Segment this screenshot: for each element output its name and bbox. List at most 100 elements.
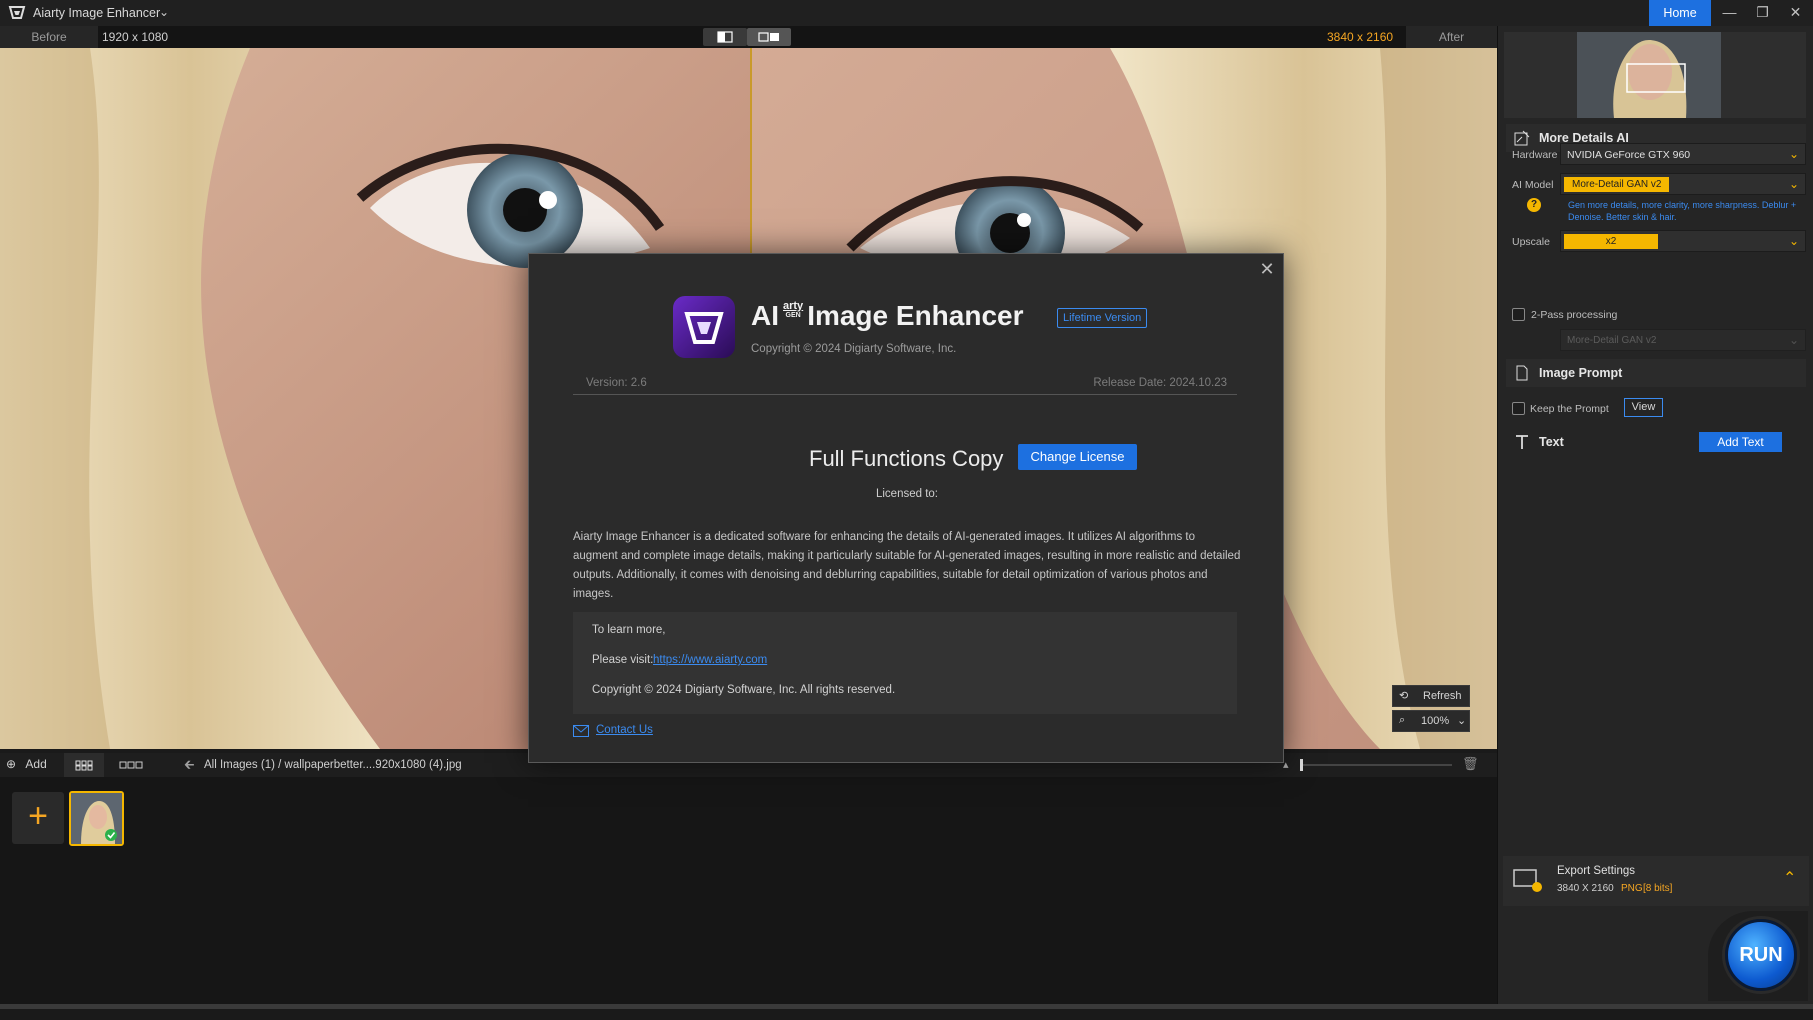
ai-model-label: AI Model <box>1512 179 1554 191</box>
hardware-dropdown[interactable]: NVIDIA GeForce GTX 960 ⌄ <box>1560 143 1806 165</box>
filmstrip-view-button[interactable] <box>108 753 156 777</box>
keep-prompt-label: Keep the Prompt <box>1530 403 1609 415</box>
text-title: Text <box>1539 435 1564 449</box>
two-pass-model-value: More-Detail GAN v2 <box>1567 335 1657 346</box>
enhance-icon <box>1514 130 1530 146</box>
learn-more-text: To learn more, <box>592 624 666 636</box>
back-arrow-icon[interactable]: 🡰 <box>184 756 195 778</box>
export-bit-depth: [8 bits] <box>1643 883 1673 894</box>
before-resolution: 1920 x 1080 <box>102 30 169 44</box>
thumbnail-area: + <box>0 777 1497 1004</box>
product-description: Aiarty Image Enhancer is a dedicated sof… <box>573 531 1241 600</box>
website-link[interactable]: https://www.aiarty.com <box>653 654 767 666</box>
restore-icon[interactable]: ❐ <box>1746 0 1779 26</box>
view-prompt-button[interactable]: View <box>1624 398 1663 417</box>
add-image-button[interactable]: + <box>12 792 64 844</box>
upscale-label: Upscale <box>1512 236 1550 248</box>
app-logo-icon <box>673 296 735 358</box>
image-thumbnail[interactable] <box>69 791 124 846</box>
thumb-size-slider[interactable] <box>1300 764 1452 766</box>
ai-model-description: Gen more details, more clarity, more sha… <box>1568 200 1797 222</box>
lifetime-badge: Lifetime Version <box>1057 308 1148 328</box>
add-label: Add <box>25 757 47 771</box>
app-logo-icon <box>8 6 26 19</box>
image-prompt-header: Image Prompt <box>1506 359 1806 387</box>
compare-bar: Before 1920 x 1080 3840 x 2160 After <box>0 26 1497 48</box>
contact-us-link[interactable]: Contact Us <box>596 724 653 736</box>
add-text-button[interactable]: Add Text <box>1699 432 1782 452</box>
export-resolution: 3840 X 2160 <box>1557 883 1614 894</box>
minimize-icon[interactable]: — <box>1713 0 1746 26</box>
export-settings-icon <box>1513 869 1542 892</box>
two-pass-model-dropdown[interactable]: More-Detail GAN v2 ⌄ <box>1560 329 1806 351</box>
slider-handle[interactable] <box>1300 759 1303 771</box>
ai-model-value: More-Detail GAN v2 <box>1564 177 1670 192</box>
before-label: Before <box>0 26 98 48</box>
close-icon[interactable]: ✕ <box>1256 258 1278 280</box>
thumbnail-image <box>71 793 122 844</box>
title-ai: AI <box>751 300 779 331</box>
license-status: Full Functions Copy <box>809 446 1004 471</box>
title-arty: arty <box>783 300 804 312</box>
ai-model-dropdown[interactable]: More-Detail GAN v2 ⌄ <box>1560 173 1806 195</box>
refresh-icon: ⟲ <box>1399 690 1409 702</box>
chevron-double-up-icon[interactable]: ⌃ <box>1783 868 1796 888</box>
divider <box>573 394 1237 395</box>
grid-icon <box>75 760 93 771</box>
export-settings-title: Export Settings <box>1557 865 1635 877</box>
side-by-side-icon <box>758 32 779 42</box>
release-date: Release Date: 2024.10.23 <box>1093 377 1227 389</box>
about-dialog: ✕ AI arty GEN Image Enhancer Lifetime Versi… <box>528 253 1284 763</box>
filmstrip-icon <box>119 761 143 769</box>
title-bar: Aiarty Image Enhancer ⌄ Home — ❐ ✕ <box>0 0 1813 26</box>
keep-prompt-checkbox[interactable] <box>1512 402 1525 415</box>
home-button[interactable]: Home <box>1649 0 1711 26</box>
visit-label: Please visit: <box>592 654 654 666</box>
two-pass-checkbox[interactable] <box>1512 308 1525 321</box>
after-resolution: 3840 x 2160 <box>1327 30 1394 44</box>
after-label: After <box>1406 26 1497 48</box>
export-settings[interactable]: Export Settings 3840 X 2160 PNG [8 bits]… <box>1503 856 1809 906</box>
zoom-icon: ⌕ <box>1399 714 1406 726</box>
app-title: Aiarty Image Enhancer <box>33 6 161 20</box>
navigator-preview[interactable] <box>1504 32 1806 118</box>
run-button[interactable]: RUN <box>1725 919 1797 991</box>
change-license-button[interactable]: Change License <box>1018 444 1137 470</box>
mail-icon <box>573 725 589 737</box>
settings-panel: More Details AI Hardware NVIDIA GeForce … <box>1497 26 1813 1004</box>
chevron-down-icon: ⌄ <box>1788 333 1799 347</box>
upscale-dropdown[interactable]: x2 ⌄ <box>1560 230 1806 252</box>
chevron-down-icon: ⌄ <box>1457 715 1467 727</box>
trash-icon[interactable]: 🗑 <box>1462 756 1479 772</box>
info-box: To learn more, Please visit: https://www… <box>573 612 1237 714</box>
chevron-down-icon: ⌄ <box>1788 234 1799 248</box>
side-by-side-button[interactable] <box>747 28 791 46</box>
close-icon[interactable]: ✕ <box>1779 0 1812 26</box>
breadcrumb[interactable]: All Images (1) / wallpaperbetter....920x… <box>204 759 462 771</box>
help-icon[interactable]: ? <box>1527 198 1541 212</box>
image-prompt-title: Image Prompt <box>1539 366 1623 380</box>
refresh-label: Refresh <box>1423 690 1462 702</box>
grid-view-button[interactable] <box>64 753 104 777</box>
split-view-icon <box>717 31 733 43</box>
hardware-value: NVIDIA GeForce GTX 960 <box>1567 149 1691 161</box>
refresh-button[interactable]: ⟲ Refresh <box>1392 685 1470 707</box>
chevron-down-icon[interactable]: ⌄ <box>159 5 169 19</box>
zoom-dropdown[interactable]: ⌕ 100% ⌄ <box>1392 710 1470 732</box>
add-button[interactable]: ⊕ Add <box>6 757 47 771</box>
zoom-value: 100% <box>1421 715 1450 727</box>
split-view-button[interactable] <box>703 28 747 46</box>
upscale-value: x2 <box>1564 234 1658 249</box>
version-text: Version: 2.6 <box>586 377 647 389</box>
title-main: Image Enhancer <box>807 300 1024 331</box>
chevron-down-icon: ⌄ <box>1788 177 1799 191</box>
licensed-to: Licensed to: <box>875 488 938 500</box>
navigator-image <box>1577 32 1721 118</box>
chevron-down-icon: ⌄ <box>1788 147 1799 161</box>
logo-mark <box>684 312 724 344</box>
document-icon <box>1516 365 1528 381</box>
text-tool-icon <box>1516 435 1528 449</box>
status-bar <box>0 1004 1813 1020</box>
hardware-label: Hardware <box>1512 149 1558 161</box>
export-format: PNG <box>1621 883 1643 894</box>
